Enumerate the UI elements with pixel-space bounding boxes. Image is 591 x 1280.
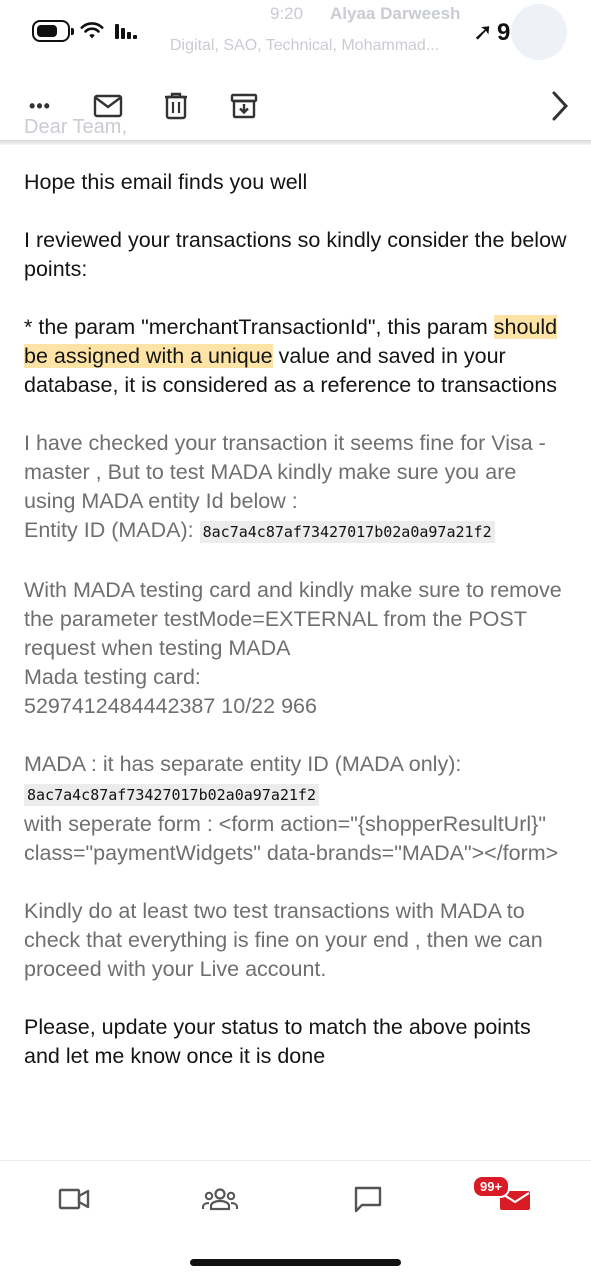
paragraph-param: * the param "merchantTransactionId", thi… [24,313,569,400]
chat-icon [354,1186,382,1213]
bottom-navigation: 99+ [0,1160,591,1240]
location-icon: ➚ [472,19,493,46]
mark-unread-icon [93,94,123,118]
more-button[interactable]: ••• [20,86,60,126]
nav-chat[interactable] [346,1177,390,1221]
status-left [32,20,138,42]
paragraph-mada-entity: I have checked your transaction it seems… [24,429,569,547]
status-time-group: ➚ 9:24 [473,18,545,47]
testing-card-instructions: With MADA testing card and kindly make s… [24,578,562,660]
battery-icon [32,20,74,42]
mail-unread-badge: 99+ [472,1175,511,1198]
paragraph-intro: I reviewed your transactions so kindly c… [24,228,567,281]
video-icon [58,1188,90,1210]
paragraph-test-transactions: Kindly do at least two test transactions… [24,899,543,981]
testing-card-label: Mada testing card: [24,665,201,689]
archive-button[interactable] [224,86,264,126]
entity-id-label: Entity ID (MADA): [24,518,200,542]
paragraph-separate-entity: MADA : it has separate entity ID (MADA o… [24,750,569,868]
mark-unread-button[interactable] [88,86,128,126]
archive-icon [230,93,258,119]
nav-spaces[interactable] [198,1177,242,1221]
more-icon: ••• [29,95,51,116]
home-indicator[interactable] [190,1259,401,1266]
next-chevron-icon [552,91,569,121]
paragraph-greeting: Hope this email finds you well [24,170,308,194]
status-time: 9:24 [496,18,545,46]
mada-check-text: I have checked your transaction it seems… [24,431,546,513]
people-icon [202,1188,238,1211]
separate-entity-id-code[interactable]: 8ac7a4c87af73427017b02a0a97a21f2 [24,784,319,806]
paragraph-testing-card: With MADA testing card and kindly make s… [24,576,569,721]
status-bar: ➚ 9:24 [0,0,591,70]
cellular-signal-icon [115,24,137,39]
email-body: Hope this email finds you well I reviewe… [24,168,569,1100]
separate-form-text: with seperate form : <form action="{shop… [24,812,559,865]
separate-entity-text: MADA : it has separate entity ID (MADA o… [24,752,462,776]
email-toolbar: ••• [0,78,591,134]
wifi-icon [80,22,104,39]
delete-icon [165,92,187,120]
testing-card-number[interactable]: 5297412484442387 10/22 966 [24,694,317,718]
param-text-before: * the param "merchantTransactionId", thi… [24,315,494,339]
toolbar-divider [0,140,591,145]
nav-meet[interactable] [52,1177,96,1221]
delete-button[interactable] [156,86,196,126]
paragraph-update-status: Please, update your status to match the … [24,1015,531,1068]
entity-id-code[interactable]: 8ac7a4c87af73427017b02a0a97a21f2 [199,521,495,543]
next-email-button[interactable] [540,86,580,126]
